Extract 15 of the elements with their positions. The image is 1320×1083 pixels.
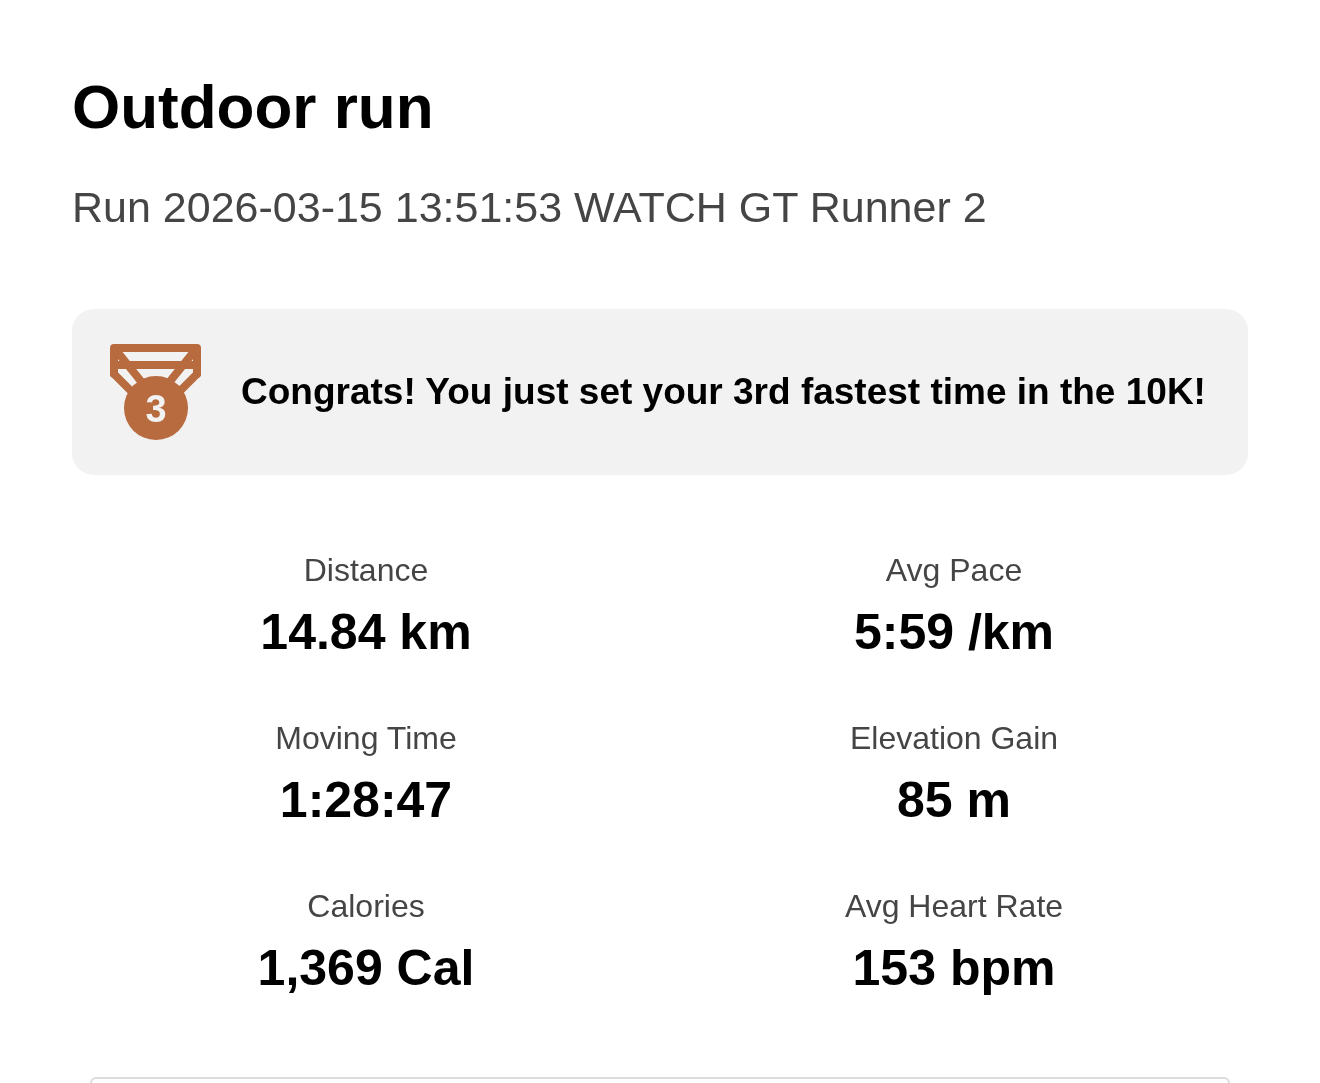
- achievement-message: Congrats! You just set your 3rd fastest time in the 10K!: [241, 370, 1206, 414]
- stat-value: 1:28:47: [279, 771, 453, 830]
- stat-value: 1,369 Cal: [257, 939, 475, 998]
- stat-label: Calories: [307, 887, 425, 925]
- stat-label: Distance: [303, 551, 429, 589]
- activity-subtitle: Run 2026-03-15 13:51:53 WATCH GT Runner 2: [72, 182, 987, 232]
- stat-value: 85 m: [897, 771, 1011, 830]
- stat-value: 153 bpm: [852, 939, 1056, 998]
- stat-label: Avg Pace: [885, 551, 1023, 589]
- stat-label: Elevation Gain: [849, 719, 1059, 757]
- stat-value: 14.84 km: [260, 603, 472, 662]
- stat-value: 5:59 /km: [853, 603, 1055, 662]
- stat-label: Moving Time: [275, 719, 457, 757]
- page-title: Outdoor run: [72, 71, 434, 143]
- stat-label: Avg Heart Rate: [844, 887, 1064, 925]
